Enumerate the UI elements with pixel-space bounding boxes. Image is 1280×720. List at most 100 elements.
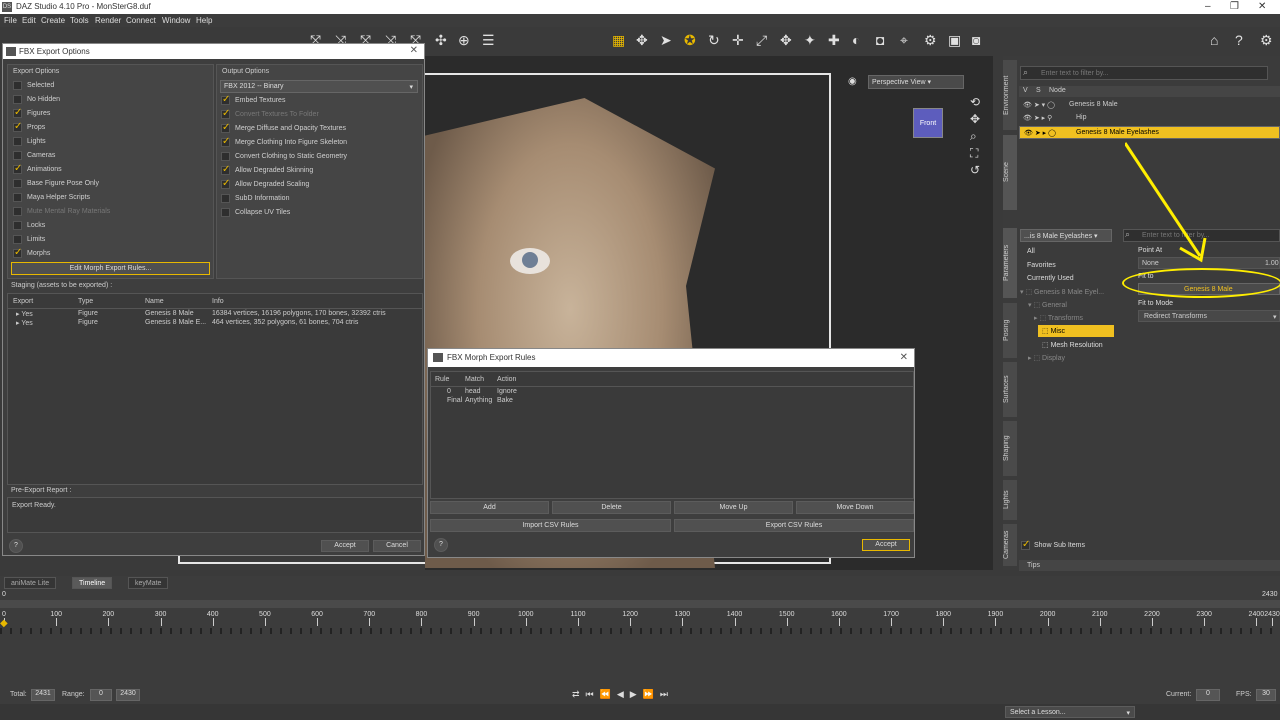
tree-root[interactable]: ▾ ⬚ Genesis 8 Male Eyel...	[1020, 288, 1104, 296]
checkbox[interactable]	[221, 136, 230, 147]
menu-file[interactable]: File	[4, 16, 17, 25]
menu-window[interactable]: Window	[162, 16, 190, 25]
active-pose-icon[interactable]: ✪	[684, 33, 696, 47]
fit-mode-select[interactable]: Redirect Transforms ▾	[1138, 310, 1280, 322]
checkbox[interactable]	[221, 178, 230, 189]
viewport-options-icon[interactable]: ◉	[848, 76, 857, 87]
checkbox[interactable]	[221, 164, 230, 175]
group-favorites[interactable]: Favorites	[1027, 262, 1056, 269]
tab-timeline[interactable]: Timeline	[72, 577, 113, 589]
lesson-select[interactable]: Select a Lesson... ▾	[1005, 706, 1135, 718]
checkbox[interactable]	[221, 208, 230, 217]
add-rule-button[interactable]: Add	[430, 501, 549, 514]
table-row[interactable]: ▸ Yes Figure Genesis 8 Male E... 464 ver…	[8, 319, 422, 329]
tab-surfaces[interactable]: Surfaces	[1003, 362, 1017, 417]
cancel-button[interactable]: Cancel	[373, 540, 421, 552]
checkbox[interactable]	[13, 163, 22, 174]
scene-node[interactable]: 👁 ➤ ▸ ⚲ Hip	[1019, 112, 1280, 125]
help-button[interactable]: ?	[9, 539, 23, 553]
delete-rule-button[interactable]: Delete	[552, 501, 671, 514]
tab-shaping[interactable]: Shaping	[1003, 421, 1017, 476]
minimize-icon[interactable]: –	[1205, 1, 1211, 12]
node-select-icon[interactable]: ▦	[612, 33, 625, 47]
checkbox[interactable]	[13, 179, 22, 188]
import-csv-button[interactable]: Import CSV Rules	[430, 519, 671, 532]
close-icon[interactable]: ✕	[900, 352, 908, 363]
checkbox[interactable]	[13, 95, 22, 104]
playhead-icon[interactable]: ◆	[0, 618, 12, 629]
checkbox[interactable]	[221, 122, 230, 133]
reset-view-icon[interactable]: ↺	[970, 163, 980, 177]
universal-tool-icon[interactable]: ✥	[636, 33, 648, 47]
accept-button[interactable]: Accept	[321, 540, 369, 552]
tips-tab[interactable]: Tips	[1019, 560, 1280, 571]
node-select[interactable]: ...is 8 Male Eyelashes ▾	[1020, 229, 1112, 242]
export-csv-button[interactable]: Export CSV Rules	[674, 519, 914, 532]
tree-display[interactable]: ▸ ⬚ Display	[1028, 354, 1065, 362]
format-select[interactable]: FBX 2012 -- Binary ▾	[220, 80, 418, 93]
playback-controls[interactable]: ⇄⏮⏪◀▶⏩⏭	[572, 689, 737, 701]
tab-cameras[interactable]: Cameras	[1003, 524, 1017, 566]
menu-create[interactable]: Create	[41, 16, 65, 25]
pointer-icon[interactable]: ➤	[660, 33, 672, 47]
range-start-field[interactable]: 0	[90, 689, 112, 701]
total-field[interactable]: 2431	[31, 689, 55, 701]
menu-help[interactable]: Help	[196, 16, 212, 25]
checkbox[interactable]	[13, 247, 22, 258]
checkbox[interactable]	[13, 137, 22, 146]
geometry-editor-icon[interactable]: ⌖	[900, 33, 908, 47]
range-end-field[interactable]: 2430	[116, 689, 140, 701]
checkbox[interactable]	[221, 194, 230, 203]
close-icon[interactable]: ✕	[410, 45, 418, 56]
tree-mesh-resolution[interactable]: ⬚ Mesh Resolution	[1042, 341, 1103, 349]
checkbox[interactable]	[13, 235, 22, 244]
tab-animate-lite[interactable]: aniMate Lite	[4, 577, 57, 589]
checkbox[interactable]	[13, 81, 22, 90]
settings-icon[interactable]: ⚙	[1260, 33, 1273, 47]
joint-editor-icon[interactable]: ✥	[780, 33, 792, 47]
checkbox[interactable]	[13, 221, 22, 230]
move-down-button[interactable]: Move Down	[796, 501, 914, 514]
geometry-tool-icon[interactable]: ⊕	[458, 33, 470, 47]
tab-scene[interactable]: Scene	[1003, 135, 1017, 210]
tree-general[interactable]: ▾ ⬚ General	[1028, 301, 1067, 309]
fps-field[interactable]: 30	[1256, 689, 1276, 701]
accept-button[interactable]: Accept	[862, 539, 910, 551]
show-sub-items-checkbox[interactable]	[1021, 539, 1030, 550]
checkbox[interactable]	[221, 94, 230, 105]
scene-node[interactable]: 👁 ➤ ▾ ◯ Genesis 8 Male	[1019, 99, 1280, 112]
checkbox[interactable]	[13, 151, 22, 160]
render-settings-icon[interactable]: ⚙	[924, 33, 937, 47]
view-cube[interactable]: Front	[913, 108, 943, 138]
group-currently-used[interactable]: Currently Used	[1027, 275, 1074, 282]
render-icon[interactable]: ▣	[948, 33, 961, 47]
list-icon[interactable]: ☰	[482, 33, 495, 47]
camera-snap-icon[interactable]: ◘	[876, 33, 884, 47]
maximize-icon[interactable]: ❐	[1230, 1, 1239, 12]
rule-row[interactable]: Final Anything Bake	[431, 397, 913, 407]
edit-morph-rules-button[interactable]: Edit Morph Export Rules...	[11, 262, 210, 275]
scene-filter-input[interactable]: Enter text to filter by...	[1020, 66, 1268, 80]
spot-render-icon[interactable]: ✚	[828, 33, 840, 47]
checkbox[interactable]	[221, 152, 230, 161]
orbit-icon[interactable]: ⟲	[970, 95, 980, 109]
menu-tools[interactable]: Tools	[70, 16, 89, 25]
camera-select[interactable]: Perspective View ▾	[868, 75, 964, 89]
checkbox[interactable]	[13, 193, 22, 202]
pan-icon[interactable]: ✥	[970, 112, 980, 126]
rotate-icon[interactable]: ↻	[708, 33, 720, 47]
home-icon[interactable]: ⌂	[1210, 33, 1218, 47]
frame-icon[interactable]: ⛶	[970, 146, 978, 161]
close-icon[interactable]: ✕	[1258, 1, 1266, 12]
surface-icon[interactable]: ◐	[852, 33, 860, 47]
tab-environment[interactable]: Environment	[1003, 60, 1017, 130]
menu-render[interactable]: Render	[95, 16, 121, 25]
morph-icon[interactable]: ✦	[804, 33, 816, 47]
help-icon[interactable]: ?	[1235, 33, 1243, 47]
tree-transforms[interactable]: ▸ ⬚ Transforms	[1034, 314, 1083, 322]
universal-tool-icon[interactable]: ✣	[435, 33, 447, 47]
zoom-icon[interactable]: ⌕	[970, 129, 977, 144]
scale-icon[interactable]: ⤢	[756, 33, 767, 47]
tab-parameters[interactable]: Parameters	[1003, 228, 1017, 298]
tab-lights[interactable]: Lights	[1003, 480, 1017, 520]
